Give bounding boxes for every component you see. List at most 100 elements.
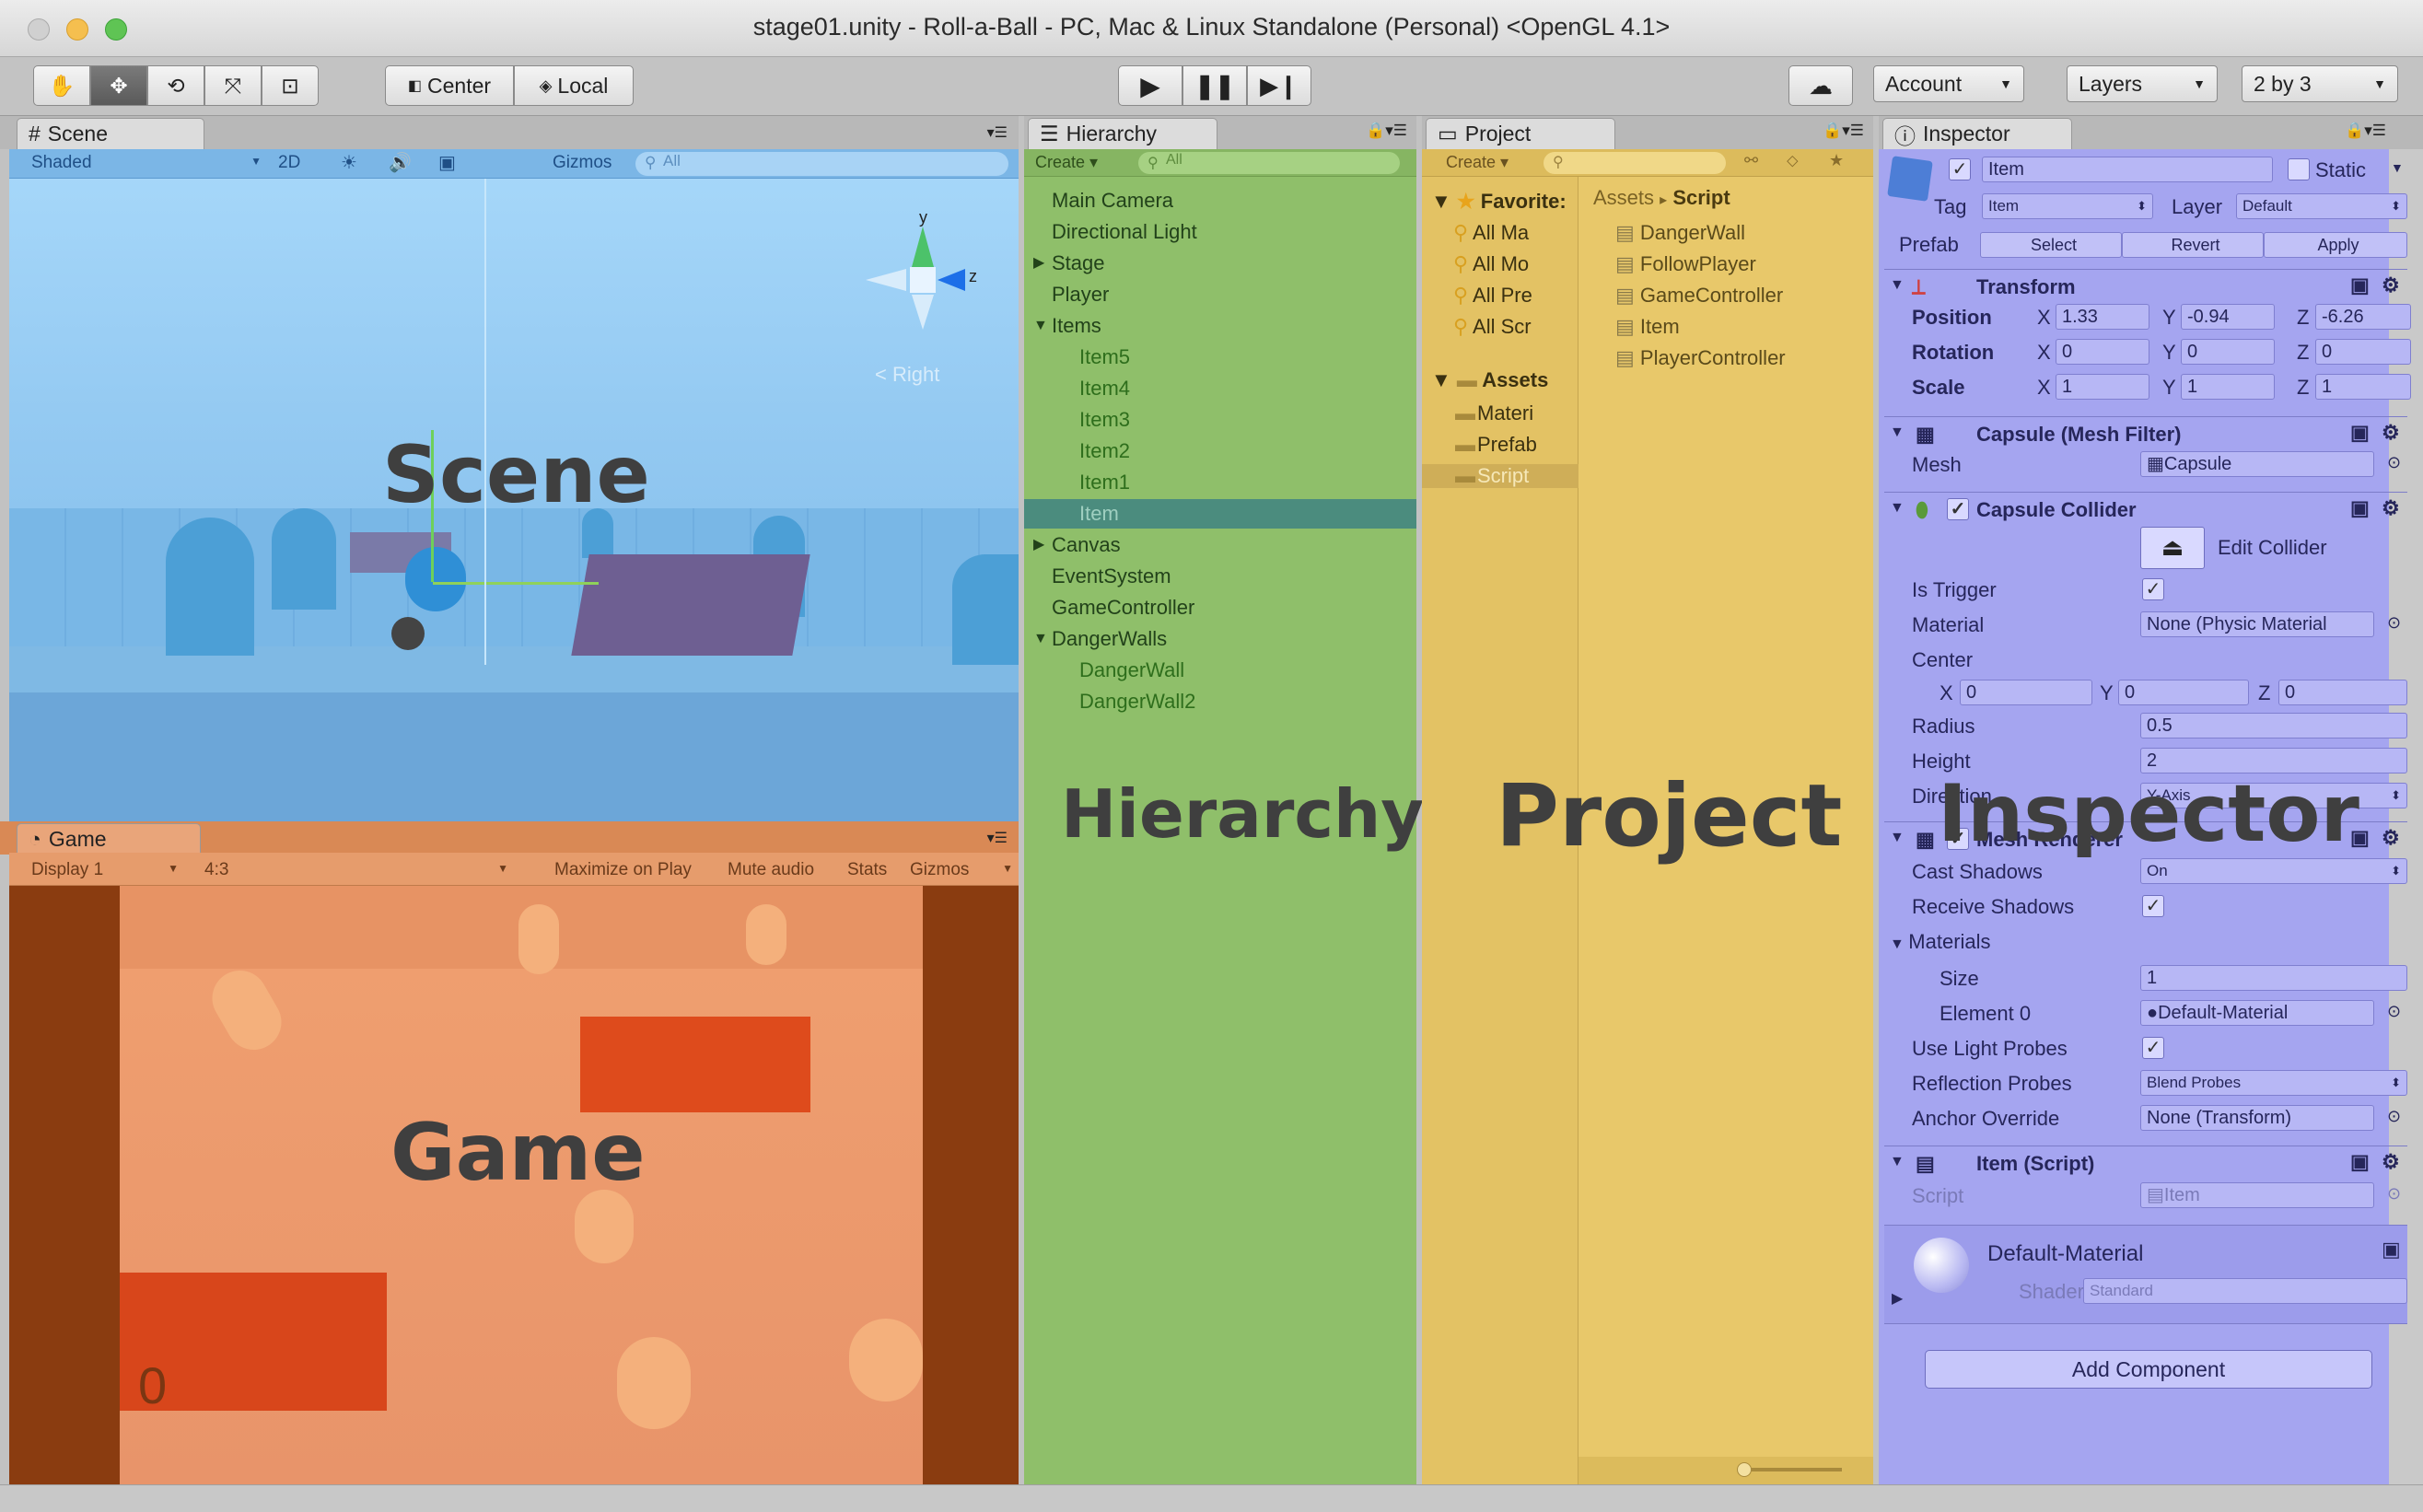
collider-material-field[interactable]: None (Physic Material — [2140, 611, 2374, 637]
prefab-select-button[interactable]: Select — [1980, 232, 2122, 258]
static-checkbox[interactable] — [2288, 158, 2310, 180]
gear-icon[interactable]: ⚙ — [2382, 273, 2400, 297]
transform-rot-x-input[interactable]: 0 — [2056, 339, 2149, 365]
dropdown-arrow-icon: ⬍ — [2137, 199, 2147, 213]
mesh-renderer-icon: ▦ — [1916, 828, 1935, 851]
object-picker-icon: ⊙ — [2387, 1184, 2402, 1203]
layer-dropdown[interactable]: Default ⬍ — [2236, 193, 2407, 219]
radius-input[interactable]: 0.5 — [2140, 713, 2407, 739]
gameobject-cube-icon — [1887, 156, 1933, 202]
mesh-grid-icon: ▦ — [1916, 423, 1935, 446]
collapse-arrow-icon[interactable]: ▼ — [1890, 1154, 1905, 1170]
help-book-icon[interactable]: ▣ — [2350, 421, 2370, 445]
transform-scl-y-input[interactable]: 1 — [2181, 374, 2275, 400]
transform-axis-label: X — [2037, 306, 2051, 329]
cast-shadows-dropdown[interactable]: On ⬍ — [2140, 858, 2407, 884]
capsule-icon: ⬮ — [1916, 498, 1928, 521]
collapse-arrow-icon[interactable]: ▼ — [1890, 500, 1905, 517]
shader-label: Shader — [2019, 1280, 2084, 1303]
collapse-arrow-icon[interactable]: ▼ — [1890, 830, 1905, 846]
inspector-overlay-label: Inspector — [1938, 768, 2359, 860]
center-z-input[interactable]: 0 — [2278, 680, 2407, 705]
element-0-field[interactable]: ●Default-Material — [2140, 1000, 2374, 1026]
tag-label: Tag — [1934, 195, 1967, 218]
is-trigger-checkbox[interactable]: ✓ — [2142, 578, 2164, 600]
collider-enabled-checkbox[interactable]: ✓ — [1947, 498, 1969, 520]
material-sphere-icon: ● — [2147, 1003, 2159, 1023]
prefab-label: Prefab — [1899, 233, 1959, 256]
object-picker-icon[interactable]: ⊙ — [2387, 1002, 2401, 1021]
cast-shadows-label: Cast Shadows — [1912, 860, 2043, 883]
prefab-revert-button[interactable]: Revert — [2122, 232, 2264, 258]
script-icon: ▤ — [2147, 1185, 2164, 1205]
transform-pos-y-input[interactable]: -0.94 — [2181, 304, 2275, 330]
mesh-filter-component-header[interactable]: ▼ ▦ Capsule (Mesh Filter) ▣ ⚙ — [1884, 416, 2407, 451]
mesh-object-field[interactable]: ▦Capsule — [2140, 451, 2374, 477]
transform-axis-label: Z — [2297, 376, 2310, 399]
transform-rot-y-input[interactable]: 0 — [2181, 339, 2275, 365]
add-component-button[interactable]: Add Component — [1925, 1350, 2372, 1389]
gear-icon[interactable]: ⚙ — [2382, 826, 2400, 850]
use-light-probes-checkbox[interactable]: ✓ — [2142, 1037, 2164, 1059]
center-z-label: Z — [2258, 681, 2271, 704]
transform-component-header[interactable]: ▼ ⟂ Transform ▣ ⚙ — [1884, 269, 2407, 304]
gear-icon[interactable]: ⚙ — [2382, 496, 2400, 520]
dropdown-arrow-icon: ⬍ — [2391, 1076, 2401, 1089]
transform-scl-x-input[interactable]: 1 — [2056, 374, 2149, 400]
collapse-arrow-icon: ▼ — [1890, 936, 1909, 952]
transform-axis-label: Z — [2297, 306, 2310, 329]
materials-size-label: Size — [1940, 967, 1979, 990]
static-label: Static — [2315, 158, 2367, 181]
position-label: Position — [1912, 306, 1992, 329]
receive-shadows-checkbox[interactable]: ✓ — [2142, 895, 2164, 917]
scale-label: Scale — [1912, 376, 1965, 399]
static-dropdown-arrow-icon[interactable]: ▼ — [2391, 160, 2404, 175]
collapse-arrow-icon[interactable]: ▼ — [1890, 425, 1905, 441]
prefab-apply-button[interactable]: Apply — [2264, 232, 2407, 258]
transform-scl-z-input[interactable]: 1 — [2315, 374, 2411, 400]
item-script-component-header[interactable]: ▼ ▤ Item (Script) ▣ ⚙ — [1884, 1146, 2407, 1181]
reflection-probes-dropdown[interactable]: Blend Probes ⬍ — [2140, 1070, 2407, 1096]
center-x-label: X — [1940, 681, 1953, 704]
materials-foldout[interactable]: ▼ Materials — [1890, 930, 1991, 954]
help-book-icon[interactable]: ▣ — [2382, 1238, 2401, 1262]
help-book-icon[interactable]: ▣ — [2350, 496, 2370, 520]
transform-rot-z-input[interactable]: 0 — [2315, 339, 2411, 365]
transform-axis-label: X — [2037, 341, 2051, 364]
tag-dropdown[interactable]: Item ⬍ — [1982, 193, 2153, 219]
material-sphere-icon — [1914, 1238, 1969, 1293]
transform-axis-label: Y — [2162, 306, 2176, 329]
transform-pos-x-input[interactable]: 1.33 — [2056, 304, 2149, 330]
anchor-override-label: Anchor Override — [1912, 1107, 2060, 1130]
materials-size-input[interactable]: 1 — [2140, 965, 2407, 991]
center-y-input[interactable]: 0 — [2118, 680, 2249, 705]
edit-collider-button[interactable]: ⏏ — [2140, 527, 2205, 569]
gear-icon[interactable]: ⚙ — [2382, 421, 2400, 445]
use-light-probes-label: Use Light Probes — [1912, 1037, 2068, 1060]
help-book-icon[interactable]: ▣ — [2350, 273, 2370, 297]
object-picker-icon[interactable]: ⊙ — [2387, 453, 2401, 472]
transform-pos-z-input[interactable]: -6.26 — [2315, 304, 2411, 330]
collider-material-label: Material — [1912, 613, 1985, 636]
object-picker-icon[interactable]: ⊙ — [2387, 613, 2401, 633]
anchor-override-field[interactable]: None (Transform) — [2140, 1105, 2374, 1131]
dropdown-arrow-icon: ⬍ — [2391, 864, 2401, 878]
dropdown-arrow-icon: ⬍ — [2391, 788, 2401, 802]
gear-icon[interactable]: ⚙ — [2382, 1150, 2400, 1174]
center-y-label: Y — [2100, 681, 2114, 704]
expand-arrow-icon[interactable]: ▶ — [1892, 1289, 1903, 1308]
help-book-icon[interactable]: ▣ — [2350, 1150, 2370, 1174]
edit-collider-icon: ⏏ — [2161, 533, 2184, 561]
script-icon: ▤ — [1916, 1152, 1935, 1175]
receive-shadows-label: Receive Shadows — [1912, 895, 2075, 918]
rotation-label: Rotation — [1912, 341, 1995, 364]
capsule-collider-component-header[interactable]: ▼ ⬮ ✓ Capsule Collider ▣ ⚙ — [1884, 492, 2407, 527]
dropdown-arrow-icon: ⬍ — [2391, 199, 2401, 213]
center-x-input[interactable]: 0 — [1960, 680, 2092, 705]
mesh-grid-icon: ▦ — [2147, 454, 2164, 474]
active-checkbox[interactable]: ✓ — [1949, 158, 1971, 180]
object-picker-icon[interactable]: ⊙ — [2387, 1107, 2401, 1126]
object-name-input[interactable]: Item — [1982, 157, 2273, 182]
collapse-arrow-icon[interactable]: ▼ — [1890, 277, 1905, 294]
status-bar — [0, 1484, 2423, 1512]
